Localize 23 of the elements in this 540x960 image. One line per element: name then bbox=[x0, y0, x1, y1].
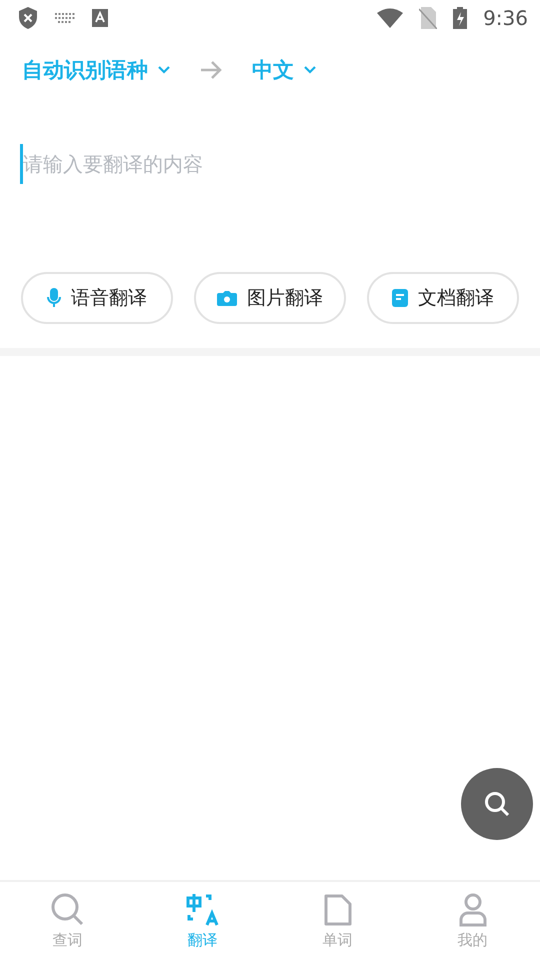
wifi-icon bbox=[377, 8, 404, 28]
document-icon bbox=[392, 289, 408, 307]
source-language-selector[interactable]: 自动识别语种 bbox=[22, 56, 170, 84]
microphone-icon bbox=[47, 288, 61, 308]
search-icon bbox=[50, 892, 84, 926]
chevron-down-icon bbox=[158, 66, 170, 74]
camera-icon bbox=[217, 290, 237, 306]
no-sim-icon bbox=[419, 7, 438, 29]
chevron-down-icon bbox=[304, 66, 316, 74]
keyboard-icon bbox=[54, 12, 76, 24]
voice-translate-button[interactable]: 语音翻译 bbox=[21, 272, 173, 324]
person-icon bbox=[458, 892, 488, 926]
document-icon bbox=[322, 892, 352, 926]
target-language-selector[interactable]: 中文 bbox=[252, 56, 316, 84]
document-translate-button[interactable]: 文档翻译 bbox=[367, 272, 519, 324]
translate-icon bbox=[186, 892, 220, 926]
shield-icon bbox=[18, 7, 38, 29]
image-translate-button[interactable]: 图片翻译 bbox=[194, 272, 346, 324]
battery-icon bbox=[453, 7, 468, 29]
arrow-right-icon bbox=[200, 61, 222, 79]
clock-time: 9:36 bbox=[483, 6, 528, 30]
search-icon bbox=[484, 791, 510, 817]
font-icon bbox=[92, 9, 108, 27]
